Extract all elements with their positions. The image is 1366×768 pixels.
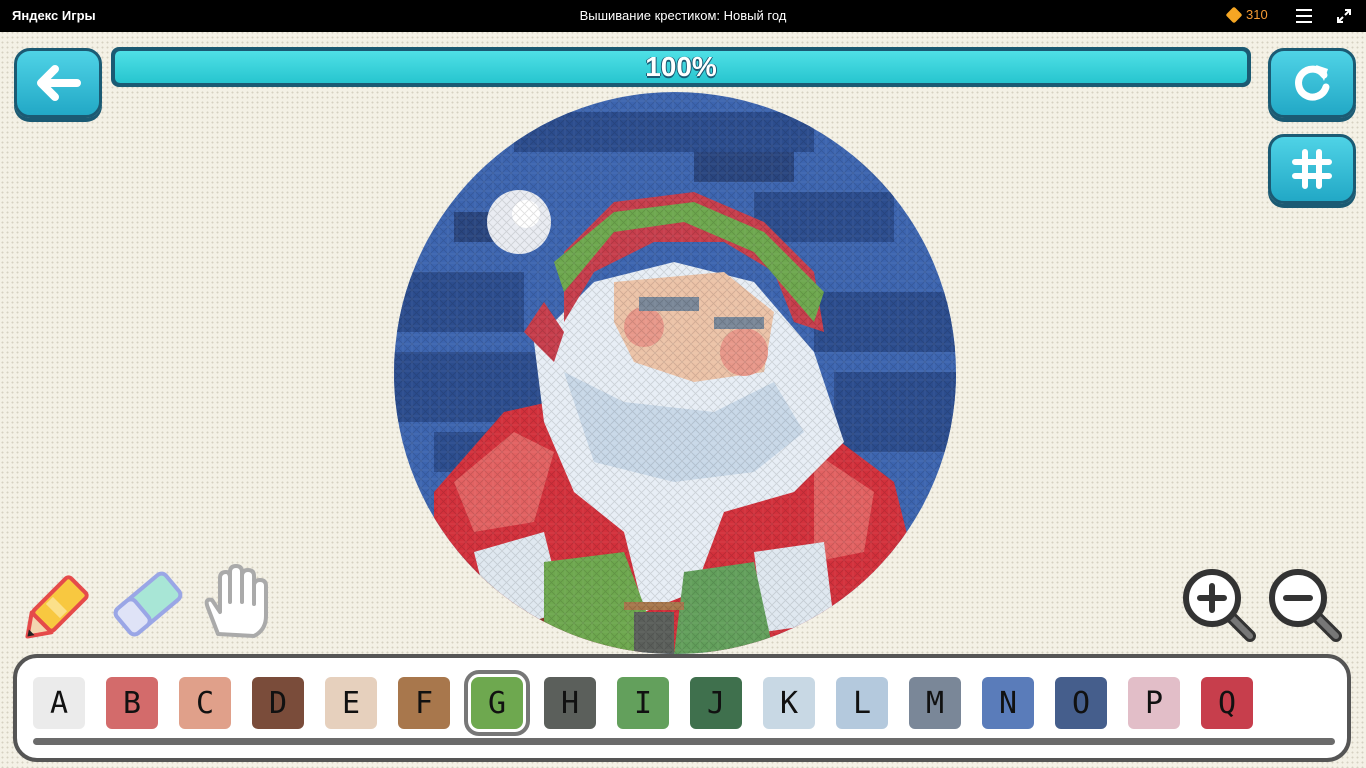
game-title: Вышивание крестиком: Новый год (579, 8, 787, 23)
progress-bar: 100% (111, 47, 1251, 87)
color-swatch-p[interactable]: P (1128, 677, 1180, 729)
color-swatch-a[interactable]: A (33, 677, 85, 729)
progress-label: 100% (645, 51, 717, 82)
top-bar: Яндекс Игры Вышивание крестиком: Новый г… (0, 0, 1366, 32)
color-swatch-e[interactable]: E (325, 677, 377, 729)
hamburger-menu-icon[interactable] (1296, 9, 1312, 23)
zoom-out-icon[interactable] (1266, 566, 1344, 644)
pencil-icon[interactable] (20, 566, 100, 642)
zoom-in-icon[interactable] (1180, 566, 1258, 644)
color-swatch-g[interactable]: G (464, 670, 530, 736)
palette-scrollbar[interactable] (33, 738, 1335, 745)
grid-toggle-button[interactable] (1268, 134, 1356, 204)
back-button[interactable] (14, 48, 102, 118)
eraser-icon[interactable] (108, 566, 188, 642)
restart-icon (1295, 65, 1330, 101)
cross-stitch-picture[interactable] (394, 92, 956, 654)
color-swatch-n[interactable]: N (982, 677, 1034, 729)
color-swatch-f[interactable]: F (398, 677, 450, 729)
color-swatch-k[interactable]: K (763, 677, 815, 729)
gem-icon (1225, 6, 1243, 23)
color-swatch-q[interactable]: Q (1201, 677, 1253, 729)
color-swatch-i[interactable]: I (617, 677, 669, 729)
color-swatch-j[interactable]: J (690, 677, 742, 729)
arrow-left-icon (37, 65, 81, 101)
color-swatch-l[interactable]: L (836, 677, 888, 729)
color-swatch-h[interactable]: H (544, 677, 596, 729)
color-palette: ABCDEFGHIJKLMNOPQ (13, 654, 1351, 762)
color-swatch-o[interactable]: O (1055, 677, 1107, 729)
restart-button[interactable] (1268, 48, 1356, 118)
color-swatch-b[interactable]: B (106, 677, 158, 729)
fullscreen-icon[interactable] (1336, 8, 1352, 24)
color-swatch-d[interactable]: D (252, 677, 304, 729)
color-swatch-m[interactable]: M (909, 677, 961, 729)
hand-icon[interactable] (196, 564, 274, 642)
coin-balance[interactable]: 310 (1225, 6, 1268, 23)
grid-hash-icon (1292, 149, 1332, 189)
coin-count: 310 (1246, 7, 1268, 22)
color-swatch-c[interactable]: C (179, 677, 231, 729)
